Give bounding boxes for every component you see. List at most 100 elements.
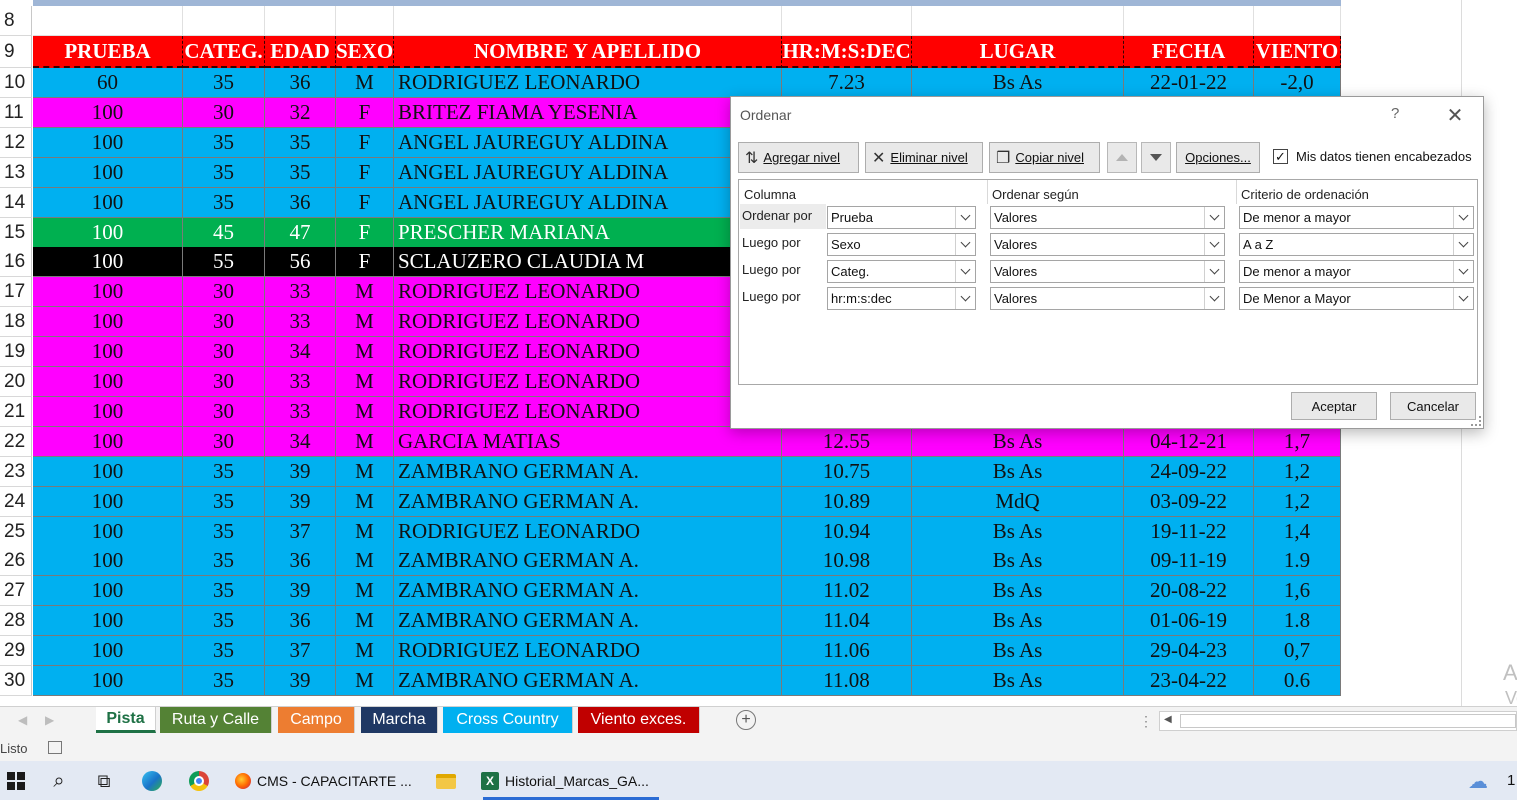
header-cell-sexo[interactable]: SEXO [336, 36, 394, 68]
cell-prueba[interactable]: 100 [33, 516, 183, 547]
cell-categ[interactable]: 35 [183, 127, 265, 158]
cell-lugar[interactable]: Bs As [912, 68, 1124, 98]
scrollbar-thumb[interactable] [1180, 714, 1516, 728]
cell-lugar[interactable]: MdQ [912, 486, 1124, 517]
cell-viento[interactable]: 1.9 [1254, 546, 1341, 577]
cell-nombre[interactable]: RODRIGUEZ LEONARDO [394, 337, 782, 368]
cell-categ[interactable]: 30 [183, 396, 265, 427]
cell-sexo[interactable]: M [336, 636, 394, 667]
add-sheet-icon[interactable]: + [736, 710, 756, 730]
cell-fecha[interactable]: 01-06-19 [1124, 606, 1254, 637]
file-explorer-icon[interactable] [434, 769, 458, 793]
cell-edad[interactable]: 33 [265, 307, 336, 338]
task-view-icon[interactable]: ⧉ [92, 769, 116, 793]
cell-prueba[interactable]: 100 [33, 546, 183, 577]
cell-viento[interactable]: 1,7 [1254, 426, 1341, 457]
row-number[interactable]: 27 [0, 576, 32, 607]
cell-categ[interactable]: 35 [183, 68, 265, 98]
cell-tiempo[interactable]: 10.94 [782, 516, 912, 547]
cell-lugar[interactable]: Bs As [912, 516, 1124, 547]
cell-lugar[interactable]: Bs As [912, 666, 1124, 696]
cell-nombre[interactable]: ANGEL JAUREGUY ALDINA [394, 187, 782, 218]
cell-edad[interactable]: 34 [265, 337, 336, 368]
cell-edad[interactable]: 39 [265, 486, 336, 517]
cell-fecha[interactable]: 04-12-21 [1124, 426, 1254, 457]
cell-sexo[interactable]: M [336, 277, 394, 308]
cell-prueba[interactable]: 100 [33, 456, 183, 487]
cell-sexo[interactable]: M [336, 576, 394, 607]
move-up-button[interactable] [1107, 142, 1137, 173]
empty-cell[interactable] [394, 6, 782, 36]
cell-categ[interactable]: 35 [183, 486, 265, 517]
splitter-dots-icon[interactable]: ⋮ [1139, 713, 1153, 730]
cell-viento[interactable]: 1,4 [1254, 516, 1341, 547]
cell-prueba[interactable]: 100 [33, 217, 183, 248]
macro-record-icon[interactable] [48, 741, 62, 754]
cell-viento[interactable]: 0,7 [1254, 636, 1341, 667]
close-icon[interactable]: ✕ [1444, 103, 1466, 127]
row-number[interactable]: 14 [0, 187, 32, 218]
cell-categ[interactable]: 30 [183, 426, 265, 457]
row-number[interactable]: 29 [0, 636, 32, 667]
cell-categ[interactable]: 30 [183, 277, 265, 308]
scroll-left-icon[interactable]: ◀ [1164, 714, 1172, 725]
cell-nombre[interactable]: ZAMBRANO GERMAN A. [394, 576, 782, 607]
copy-level-button[interactable]: ❐ Copiar nivel [989, 142, 1100, 173]
level-sort-on-select[interactable]: Valores [990, 233, 1225, 256]
cell-sexo[interactable]: F [336, 127, 394, 158]
header-cell-categ[interactable]: CATEG. [183, 36, 265, 68]
empty-cell[interactable] [912, 6, 1124, 36]
cell-nombre[interactable]: SCLAUZERO CLAUDIA M [394, 247, 782, 278]
search-icon[interactable]: ⌕ [47, 769, 71, 793]
cell-viento[interactable]: 1,6 [1254, 576, 1341, 607]
cell-edad[interactable]: 39 [265, 576, 336, 607]
cell-lugar[interactable]: Bs As [912, 456, 1124, 487]
add-level-button[interactable]: ⇅ Agregar nivel [738, 142, 859, 173]
windows-start-icon[interactable] [4, 769, 28, 793]
cell-prueba[interactable]: 100 [33, 157, 183, 188]
row-number[interactable]: 12 [0, 127, 32, 158]
empty-cell[interactable] [265, 6, 336, 36]
row-number[interactable]: 9 [0, 36, 32, 68]
cell-sexo[interactable]: F [336, 187, 394, 218]
header-cell-fecha[interactable]: FECHA [1124, 36, 1254, 68]
row-number[interactable]: 26 [0, 546, 32, 577]
cell-categ[interactable]: 30 [183, 307, 265, 338]
level-sort-on-select[interactable]: Valores [990, 287, 1225, 310]
cell-sexo[interactable]: M [336, 486, 394, 517]
empty-cell[interactable] [183, 6, 265, 36]
cell-categ[interactable]: 35 [183, 636, 265, 667]
tab-campo[interactable]: Campo [278, 707, 355, 733]
cell-tiempo[interactable]: 11.08 [782, 666, 912, 696]
cell-prueba[interactable]: 100 [33, 307, 183, 338]
cell-tiempo[interactable]: 11.06 [782, 636, 912, 667]
header-cell-nombre[interactable]: NOMBRE Y APELLIDO [394, 36, 782, 68]
taskbar-app-excel[interactable]: X Historial_Marcas_GA... [477, 761, 665, 800]
cell-edad[interactable]: 36 [265, 187, 336, 218]
cell-edad[interactable]: 36 [265, 546, 336, 577]
cell-nombre[interactable]: ZAMBRANO GERMAN A. [394, 456, 782, 487]
resize-grip-icon[interactable] [1471, 416, 1481, 426]
edge-icon[interactable] [140, 769, 164, 793]
row-number[interactable]: 22 [0, 426, 32, 457]
cell-categ[interactable]: 55 [183, 247, 265, 278]
cell-nombre[interactable]: RODRIGUEZ LEONARDO [394, 277, 782, 308]
cell-categ[interactable]: 35 [183, 576, 265, 607]
cell-prueba[interactable]: 100 [33, 187, 183, 218]
cell-edad[interactable]: 47 [265, 217, 336, 248]
empty-cell[interactable] [1254, 6, 1341, 36]
cell-prueba[interactable]: 100 [33, 666, 183, 696]
empty-cell[interactable] [782, 6, 912, 36]
level-sort-on-select[interactable]: Valores [990, 260, 1225, 283]
cell-fecha[interactable]: 22-01-22 [1124, 68, 1254, 98]
cell-sexo[interactable]: M [336, 456, 394, 487]
cell-prueba[interactable]: 100 [33, 426, 183, 457]
cell-nombre[interactable]: ZAMBRANO GERMAN A. [394, 546, 782, 577]
cell-viento[interactable]: 0.6 [1254, 666, 1341, 696]
cell-nombre[interactable]: GARCIA MATIAS [394, 426, 782, 457]
chrome-icon[interactable] [187, 769, 211, 793]
cell-sexo[interactable]: M [336, 396, 394, 427]
cell-categ[interactable]: 35 [183, 546, 265, 577]
cell-categ[interactable]: 35 [183, 456, 265, 487]
cell-prueba[interactable]: 100 [33, 606, 183, 637]
